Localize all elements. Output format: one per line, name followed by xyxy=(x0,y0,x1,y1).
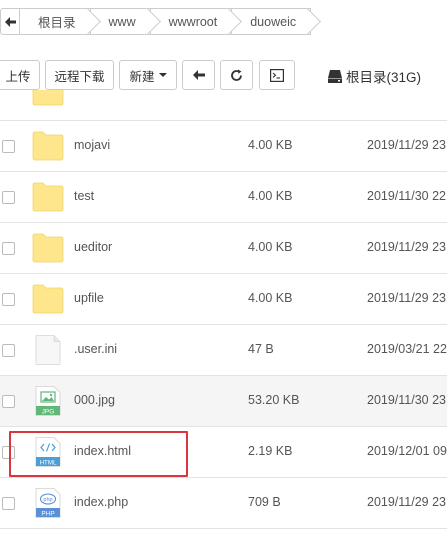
file-size: 4.00 KB xyxy=(248,240,293,254)
file-date: 2019/12/01 09 xyxy=(367,444,447,458)
file-size: 4.00 KB xyxy=(248,291,293,305)
partial-row-top xyxy=(0,90,447,121)
file-size: 709 B xyxy=(248,495,281,509)
back-button[interactable] xyxy=(182,60,215,90)
html-file-icon: HTML xyxy=(35,437,61,467)
row-checkbox[interactable] xyxy=(2,242,15,255)
file-size: 2.19 KB xyxy=(248,444,293,458)
root-disk-label: 根目录(31G) xyxy=(328,66,421,86)
folder-icon xyxy=(32,90,64,106)
row-checkbox[interactable] xyxy=(2,191,15,204)
file-name[interactable]: index.php xyxy=(74,495,128,509)
file-date: 2019/11/29 23 xyxy=(367,240,447,254)
row-checkbox[interactable] xyxy=(2,497,15,510)
caret-down-icon xyxy=(158,73,167,77)
file-date: 2019/11/30 22 xyxy=(367,189,447,203)
file-row[interactable]: HTML index.html 2.19 KB 2019/12/01 09 xyxy=(0,427,447,478)
breadcrumb-item-root[interactable]: 根目录 xyxy=(20,8,101,35)
disk-icon xyxy=(328,69,342,83)
file-row[interactable]: php PHP index.php 709 B 2019/11/29 23 xyxy=(0,478,447,529)
row-checkbox[interactable] xyxy=(2,395,15,408)
file-row[interactable]: ueditor 4.00 KB 2019/11/29 23 xyxy=(0,223,447,274)
folder-icon xyxy=(32,131,64,161)
breadcrumb: 根目录 www wwwroot duoweic xyxy=(0,8,322,35)
file-date: 2019/11/29 23 xyxy=(367,291,447,305)
folder-icon xyxy=(32,284,64,314)
terminal-icon xyxy=(270,68,284,82)
file-row[interactable]: mojavi 4.00 KB 2019/11/29 23 xyxy=(0,121,447,172)
file-row[interactable]: JPG 000.jpg 53.20 KB 2019/11/30 23 xyxy=(0,376,447,427)
file-size: 53.20 KB xyxy=(248,393,300,407)
upload-button[interactable]: 上传 xyxy=(0,60,40,90)
breadcrumb-item-duoweic[interactable]: duoweic xyxy=(232,8,322,35)
blank-file-icon xyxy=(35,335,61,365)
file-size: 4.00 KB xyxy=(248,138,293,152)
file-size: 4.00 KB xyxy=(248,189,293,203)
file-name[interactable]: mojavi xyxy=(74,138,110,152)
refresh-button[interactable] xyxy=(220,60,253,90)
row-checkbox[interactable] xyxy=(2,140,15,153)
jpg-file-icon: JPG xyxy=(35,386,61,416)
remote-download-button[interactable]: 远程下载 xyxy=(45,60,114,90)
arrow-left-icon xyxy=(4,16,16,27)
arrow-left-icon xyxy=(192,70,205,80)
php-file-icon: php PHP xyxy=(35,488,61,518)
file-row[interactable]: upfile 4.00 KB 2019/11/29 23 xyxy=(0,274,447,325)
row-checkbox[interactable] xyxy=(2,293,15,306)
file-badge: JPG xyxy=(42,408,55,415)
breadcrumb-item-wwwroot[interactable]: wwwroot xyxy=(150,8,243,35)
file-date: 2019/03/21 22 xyxy=(367,342,447,356)
row-checkbox[interactable] xyxy=(2,446,15,459)
folder-icon xyxy=(32,233,64,263)
file-badge: PHP xyxy=(41,510,54,517)
file-name[interactable]: 000.jpg xyxy=(74,393,115,407)
file-name[interactable]: .user.ini xyxy=(74,342,117,356)
file-size: 47 B xyxy=(248,342,274,356)
file-name[interactable]: ueditor xyxy=(74,240,112,254)
file-date: 2019/11/29 23 xyxy=(367,138,447,152)
new-dropdown-button[interactable]: 新建 xyxy=(119,60,177,90)
file-name[interactable]: upfile xyxy=(74,291,104,305)
file-name[interactable]: index.html xyxy=(74,444,131,458)
refresh-icon xyxy=(231,69,242,81)
file-row[interactable]: test 4.00 KB 2019/11/30 22 xyxy=(0,172,447,223)
php-logo-icon: php xyxy=(43,497,52,503)
file-row[interactable]: .user.ini 47 B 2019/03/21 22 xyxy=(0,325,447,376)
terminal-button[interactable] xyxy=(259,60,295,90)
toolbar: 上传 远程下载 新建 根目录(31G) xyxy=(0,60,447,90)
file-date: 2019/11/30 23 xyxy=(367,393,447,407)
breadcrumb-back-button[interactable] xyxy=(0,8,20,35)
file-date: 2019/11/29 23 xyxy=(367,495,447,509)
folder-icon xyxy=(32,182,64,212)
row-checkbox[interactable] xyxy=(2,344,15,357)
file-badge: HTML xyxy=(40,459,57,466)
file-name[interactable]: test xyxy=(74,189,94,203)
